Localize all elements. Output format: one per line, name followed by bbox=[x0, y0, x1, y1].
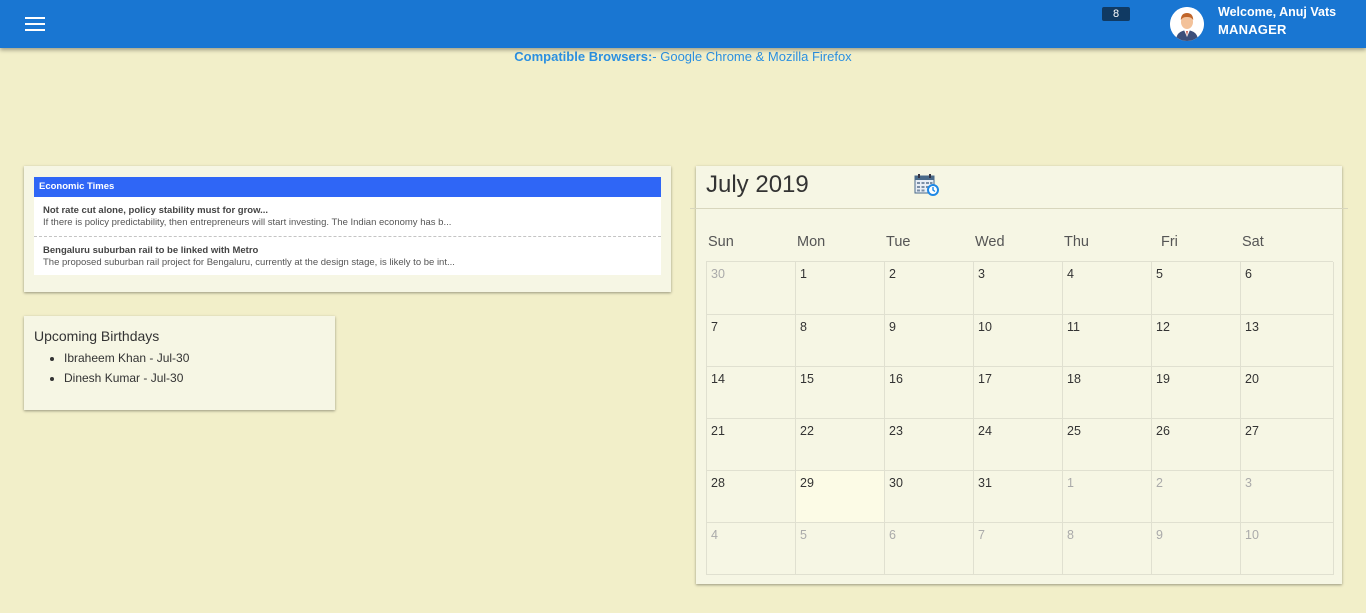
calendar-day-cell[interactable]: 18 bbox=[1063, 367, 1152, 419]
calendar-day-cell[interactable]: 31 bbox=[974, 471, 1063, 523]
calendar-grid: 30 1 2 3 4 5 6 7 8 9 10 11 12 13 14 15 16 17 18 19 20 21 22 23 2… bbox=[706, 261, 1334, 575]
weekday-label: Sun bbox=[708, 234, 734, 250]
calendar-refresh-icon[interactable] bbox=[914, 173, 940, 197]
calendar-day-cell[interactable]: 21 bbox=[707, 419, 796, 471]
weekday-label: Wed bbox=[975, 234, 1005, 250]
birthdays-list: Ibraheem Khan - Jul-30 Dinesh Kumar - Ju… bbox=[64, 348, 189, 388]
calendar-day-cell[interactable]: 13 bbox=[1241, 315, 1334, 367]
calendar-day-cell[interactable]: 10 bbox=[1241, 523, 1334, 575]
calendar-day-cell[interactable]: 9 bbox=[885, 315, 974, 367]
calendar-day-cell[interactable]: 3 bbox=[974, 262, 1063, 315]
calendar-day-cell[interactable]: 5 bbox=[796, 523, 885, 575]
notification-badge[interactable]: 8 bbox=[1102, 7, 1130, 21]
top-bar: 8 Welcome, Anuj Vats MANAGER bbox=[0, 0, 1366, 48]
compat-label: Compatible Browsers: bbox=[514, 49, 653, 64]
weekday-label: Sat bbox=[1242, 234, 1264, 250]
calendar-day-cell[interactable]: 7 bbox=[974, 523, 1063, 575]
weekday-label: Fri bbox=[1161, 234, 1178, 250]
calendar-day-cell[interactable]: 30 bbox=[885, 471, 974, 523]
calendar-day-cell[interactable]: 10 bbox=[974, 315, 1063, 367]
welcome-text: Welcome, Anuj Vats bbox=[1218, 5, 1337, 19]
calendar-day-cell[interactable]: 14 bbox=[707, 367, 796, 419]
user-avatar[interactable] bbox=[1170, 7, 1204, 41]
compatible-browsers-notice: Compatible Browsers:- Google Chrome & Mo… bbox=[0, 49, 1366, 65]
calendar-divider bbox=[690, 208, 1348, 209]
weekday-header: Sun Mon Tue Wed Thu Fri Sat bbox=[706, 234, 1332, 254]
weekday-label: Thu bbox=[1064, 234, 1089, 250]
calendar-day-cell[interactable]: 9 bbox=[1152, 523, 1241, 575]
calendar-day-cell[interactable]: 15 bbox=[796, 367, 885, 419]
calendar-day-cell[interactable]: 8 bbox=[1063, 523, 1152, 575]
calendar-day-cell[interactable]: 19 bbox=[1152, 367, 1241, 419]
calendar-day-cell[interactable]: 5 bbox=[1152, 262, 1241, 315]
news-feed: Economic Times Not rate cut alone, polic… bbox=[34, 177, 661, 275]
news-item[interactable]: Not rate cut alone, policy stability mus… bbox=[34, 197, 661, 236]
calendar-day-cell[interactable]: 30 bbox=[707, 262, 796, 315]
calendar-card: July 2019 Sun Mon Tue Wed Thu Fri Sat 30 1 2 3 4 5 6… bbox=[690, 166, 1348, 584]
weekday-label: Mon bbox=[797, 234, 826, 250]
calendar-day-cell[interactable]: 8 bbox=[796, 315, 885, 367]
calendar-month-title: July 2019 bbox=[706, 171, 809, 198]
calendar-day-cell[interactable]: 27 bbox=[1241, 419, 1334, 471]
calendar-day-cell[interactable]: 22 bbox=[796, 419, 885, 471]
calendar-day-cell[interactable]: 6 bbox=[1241, 262, 1334, 315]
birthday-item: Ibraheem Khan - Jul-30 bbox=[64, 348, 189, 368]
hamburger-menu-icon[interactable] bbox=[25, 16, 45, 32]
calendar-day-cell[interactable]: 1 bbox=[1063, 471, 1152, 523]
calendar-day-cell[interactable]: 25 bbox=[1063, 419, 1152, 471]
calendar-day-cell[interactable]: 24 bbox=[974, 419, 1063, 471]
calendar-day-cell[interactable]: 6 bbox=[885, 523, 974, 575]
user-role: MANAGER bbox=[1218, 22, 1287, 37]
news-title[interactable]: Bengaluru suburban rail to be linked wit… bbox=[43, 245, 652, 257]
calendar-day-cell[interactable]: 29 bbox=[796, 471, 885, 523]
birthdays-card: Upcoming Birthdays Ibraheem Khan - Jul-3… bbox=[24, 316, 335, 410]
calendar-day-cell[interactable]: 16 bbox=[885, 367, 974, 419]
calendar-day-cell[interactable]: 12 bbox=[1152, 315, 1241, 367]
news-description: The proposed suburban rail project for B… bbox=[43, 257, 455, 268]
birthday-item: Dinesh Kumar - Jul-30 bbox=[64, 368, 189, 388]
calendar-day-cell[interactable]: 23 bbox=[885, 419, 974, 471]
calendar-day-cell[interactable]: 26 bbox=[1152, 419, 1241, 471]
news-card: Economic Times Not rate cut alone, polic… bbox=[24, 166, 671, 292]
calendar-day-cell[interactable]: 20 bbox=[1241, 367, 1334, 419]
birthdays-title: Upcoming Birthdays bbox=[34, 328, 160, 344]
calendar-day-cell[interactable]: 4 bbox=[707, 523, 796, 575]
calendar-day-cell[interactable]: 17 bbox=[974, 367, 1063, 419]
calendar-day-cell[interactable]: 1 bbox=[796, 262, 885, 315]
calendar-day-cell[interactable]: 2 bbox=[885, 262, 974, 315]
news-source-header: Economic Times bbox=[34, 177, 661, 197]
calendar-day-cell[interactable]: 3 bbox=[1241, 471, 1334, 523]
news-title[interactable]: Not rate cut alone, policy stability mus… bbox=[43, 205, 652, 217]
calendar-day-cell[interactable]: 7 bbox=[707, 315, 796, 367]
compat-text: - Google Chrome & Mozilla Firefox bbox=[652, 49, 852, 64]
calendar-day-cell[interactable]: 28 bbox=[707, 471, 796, 523]
calendar-day-cell[interactable]: 2 bbox=[1152, 471, 1241, 523]
news-item[interactable]: Bengaluru suburban rail to be linked wit… bbox=[34, 236, 661, 275]
news-description: If there is policy predictability, then … bbox=[43, 217, 452, 228]
calendar-day-cell[interactable]: 4 bbox=[1063, 262, 1152, 315]
weekday-label: Tue bbox=[886, 234, 911, 250]
calendar-day-cell[interactable]: 11 bbox=[1063, 315, 1152, 367]
